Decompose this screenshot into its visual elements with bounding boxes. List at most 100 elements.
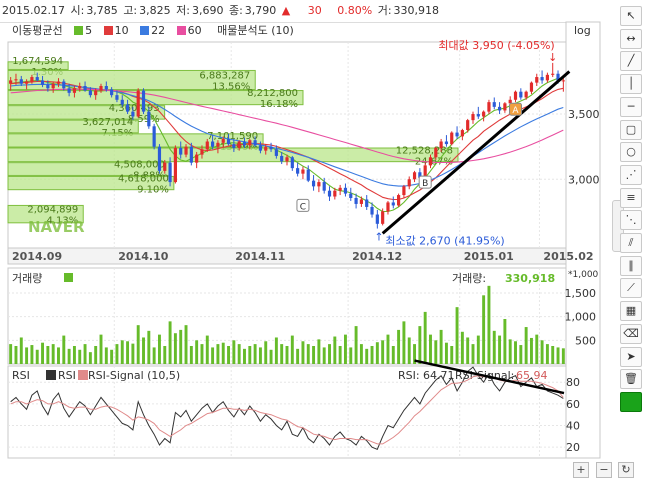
candle-body	[152, 126, 156, 147]
candle-body	[56, 81, 61, 84]
right-axis-frame	[565, 21, 601, 459]
candle-body	[529, 82, 534, 92]
volume-bar	[290, 335, 294, 364]
trash-icon[interactable]: 🗑	[620, 369, 642, 390]
candle-body	[503, 103, 507, 111]
candle-body	[455, 132, 459, 137]
volume-bar	[274, 337, 278, 364]
gann-fan-icon[interactable]: ⋱	[620, 210, 642, 231]
vertical-line-icon[interactable]: │	[620, 74, 642, 95]
select-arrow-icon[interactable]: ➤	[620, 346, 642, 367]
candle-body	[365, 199, 369, 207]
volume-bar	[407, 337, 411, 364]
max-arrow-icon: ↓	[548, 51, 557, 64]
rsi-panel-title: RSI	[12, 369, 30, 382]
zoom-in-button[interactable]: +	[573, 462, 589, 478]
volume-bar	[147, 330, 151, 364]
candle-body	[195, 154, 199, 163]
candle-body	[9, 80, 13, 84]
candle-body	[487, 102, 491, 112]
volume-panel-title: 거래량	[12, 272, 42, 285]
candle-body	[94, 90, 98, 96]
circle-icon[interactable]: ○	[620, 142, 642, 163]
fibonacci-fan-icon[interactable]: ⋰	[620, 164, 642, 185]
date-tick-label: 2014.09	[12, 250, 62, 263]
rsi-tick-label: 20	[566, 441, 580, 454]
volume-bar	[338, 346, 342, 364]
volume-bar	[216, 344, 220, 364]
volume-tick-label: 1,000	[565, 311, 597, 324]
candle-body	[439, 141, 443, 149]
volume-bar	[343, 334, 347, 364]
pointer-icon[interactable]: ↖	[620, 6, 642, 26]
volume-profile-value: 2,094,899	[27, 205, 78, 216]
candle-body	[551, 73, 555, 75]
candle-body	[67, 88, 71, 93]
volume-bar	[200, 344, 204, 364]
square-icon[interactable]: ▢	[620, 119, 642, 140]
volume-bar	[179, 329, 183, 364]
max-value-label: 최대값 3,950 (-4.05%)	[438, 39, 554, 52]
horizontal-line-icon[interactable]: ─	[620, 96, 642, 117]
speed-lines-icon[interactable]: ⟋	[620, 278, 642, 299]
pattern-marker-label: B	[422, 179, 428, 189]
candle-body	[545, 74, 549, 81]
volume-bar	[258, 347, 262, 364]
volume-bar	[434, 340, 438, 364]
candle-body	[35, 77, 39, 81]
diagonal-line-icon[interactable]: ╱	[620, 51, 642, 72]
grid-icon[interactable]: ▦	[620, 301, 642, 322]
candle-body	[163, 162, 167, 171]
volume-bar	[195, 340, 199, 364]
volume-bar	[519, 345, 523, 364]
candle-body	[317, 182, 321, 187]
volume-bar	[359, 344, 363, 364]
volume-bar	[386, 334, 390, 364]
volume-bar	[306, 344, 310, 364]
candle-body	[290, 157, 294, 169]
candle-body	[157, 146, 162, 171]
volume-bar	[88, 352, 92, 364]
min-arrow-icon: ↑	[374, 231, 383, 244]
volume-bar	[41, 342, 45, 364]
candle-body	[173, 148, 177, 183]
volume-bar	[561, 348, 565, 364]
volume-bar	[280, 344, 284, 364]
eraser-icon[interactable]: ⌫	[620, 323, 642, 344]
volume-profile-value: 4,508,000	[114, 160, 165, 171]
parallel-lines-icon[interactable]: ∥	[620, 255, 642, 276]
candle-body	[216, 142, 220, 147]
volume-profile-value: 12,528,288	[396, 145, 453, 156]
candle-body	[72, 88, 77, 93]
rsi-signal-last-value: 65.94	[516, 369, 548, 382]
volume-bar	[333, 336, 337, 364]
chart-svg[interactable]: 2014.09 2014.10 2014.11 2014.12 2015.01 2015.…	[0, 0, 670, 480]
channel-icon[interactable]: ⫽	[620, 233, 642, 253]
volume-bar	[381, 340, 385, 364]
arrow-both-icon[interactable]: ↔	[620, 28, 642, 49]
fibonacci-retracement-icon[interactable]: ≡	[620, 187, 642, 208]
candle-body	[264, 146, 268, 151]
volume-bar	[110, 349, 114, 364]
volume-bar	[168, 321, 172, 364]
candle-body	[296, 168, 300, 174]
candle-body	[391, 202, 395, 206]
volume-bar	[402, 321, 406, 364]
volume-bar	[545, 344, 549, 364]
candle-body	[232, 144, 236, 149]
candle-body	[253, 140, 257, 146]
stock-chart-app: 2015.02.17 시: 3,785 고: 3,825 저: 3,690 종: 3,7…	[0, 0, 670, 480]
volume-bar	[466, 337, 470, 364]
volume-bar	[556, 347, 560, 364]
candle-body	[269, 146, 273, 150]
candle-body	[460, 130, 464, 137]
volume-bar	[46, 346, 50, 364]
color-swatch-icon[interactable]	[620, 391, 642, 412]
candle-body	[311, 180, 316, 187]
candle-body	[184, 146, 188, 155]
candle-body	[131, 111, 135, 117]
volume-bar	[312, 346, 316, 364]
volume-bar	[397, 329, 401, 364]
volume-bar	[51, 344, 55, 364]
volume-bar	[184, 325, 188, 364]
